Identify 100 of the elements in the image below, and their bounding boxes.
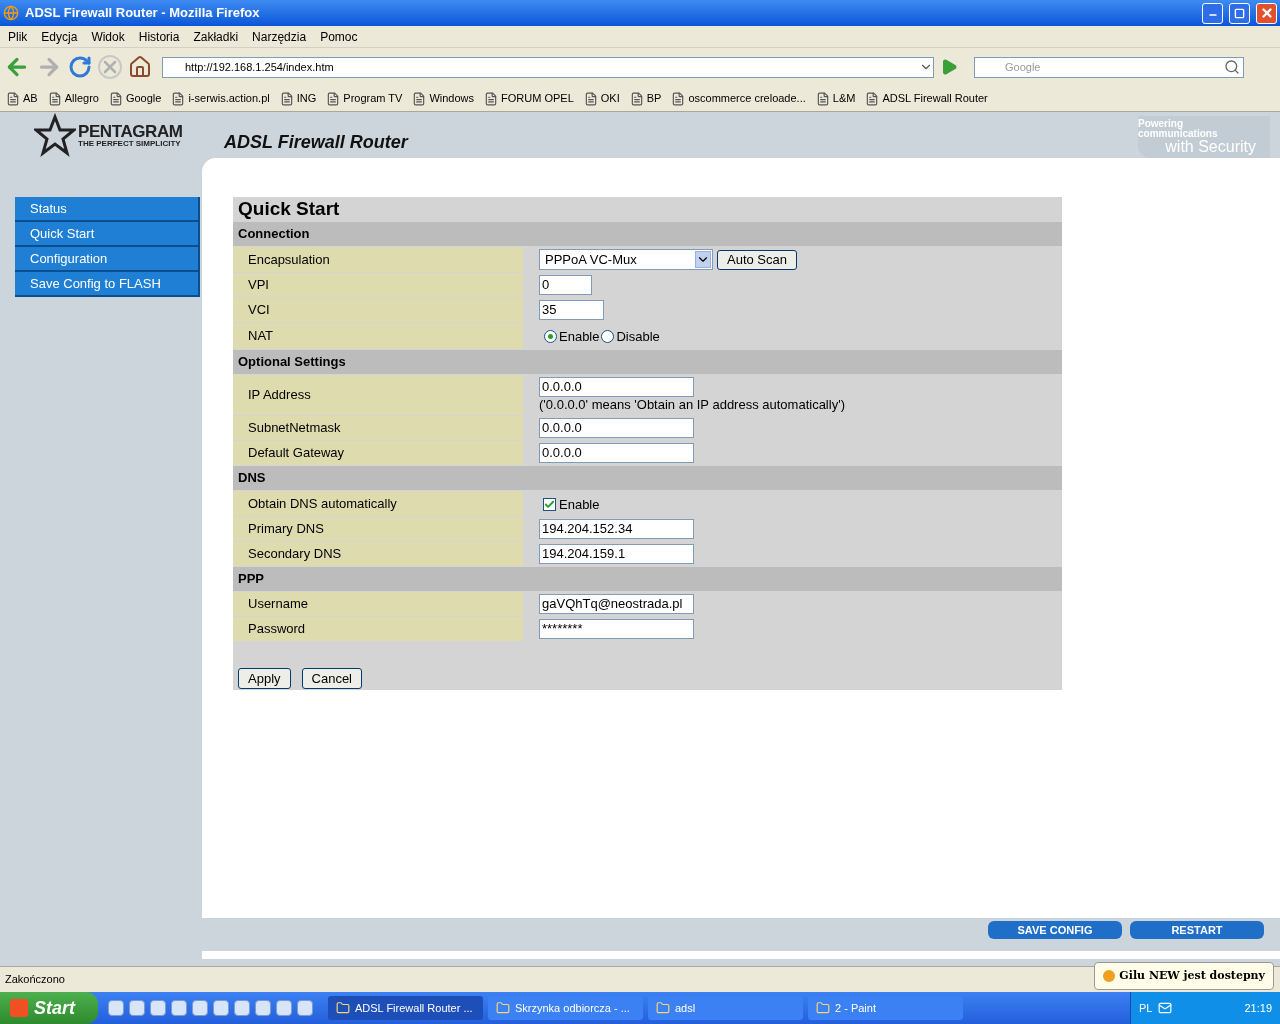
page-title: ADSL Firewall Router bbox=[224, 130, 410, 154]
field-label: IP Address bbox=[233, 374, 523, 415]
field-label: Encapsulation bbox=[233, 247, 523, 272]
quick-launch-icon[interactable] bbox=[255, 1000, 271, 1016]
bookmark[interactable]: Google bbox=[108, 90, 162, 107]
menu-item[interactable]: Widok bbox=[85, 27, 131, 46]
hint-text: ('0.0.0.0' means 'Obtain an IP address automatically') bbox=[539, 396, 845, 413]
bookmark[interactable]: Windows bbox=[412, 90, 474, 107]
taskbar-button[interactable]: adsl bbox=[648, 996, 803, 1020]
text-field[interactable]: ******** bbox=[539, 619, 694, 639]
sidebar-item[interactable]: Quick Start bbox=[15, 222, 200, 247]
quick-launch-icon[interactable] bbox=[297, 1000, 313, 1016]
bookmark[interactable]: AB bbox=[6, 90, 38, 107]
form-button[interactable]: Cancel bbox=[301, 668, 362, 689]
auto-scan-button[interactable]: Auto Scan bbox=[717, 249, 797, 270]
page-button[interactable]: RESTART bbox=[1130, 921, 1264, 939]
maximize-icon bbox=[1234, 7, 1245, 19]
bookmark[interactable]: ADSL Firewall Router bbox=[865, 90, 988, 107]
maximize-button[interactable] bbox=[1229, 2, 1250, 24]
clock: 21:19 bbox=[1244, 1000, 1272, 1016]
sidebar-item[interactable]: Status bbox=[15, 197, 200, 222]
taskbar-button[interactable]: Skrzynka odbiorcza - ... bbox=[488, 996, 643, 1020]
quick-launch-icon[interactable] bbox=[213, 1000, 229, 1016]
bookmark[interactable]: i-serwis.action.pl bbox=[171, 90, 270, 107]
text-field[interactable]: 35 bbox=[539, 300, 604, 320]
field-label: VCI bbox=[233, 298, 523, 322]
page-icon bbox=[326, 91, 341, 106]
quick-launch-icon[interactable] bbox=[234, 1000, 250, 1016]
field-label: Primary DNS bbox=[233, 517, 523, 541]
page-icon bbox=[815, 91, 830, 106]
minimize-button[interactable] bbox=[1202, 2, 1223, 24]
folder-icon bbox=[496, 1001, 510, 1015]
sidebar-item[interactable]: Save Config to FLASH bbox=[15, 272, 200, 297]
bookmark[interactable]: L&M bbox=[815, 90, 856, 107]
encapsulation-select[interactable]: PPPoA VC-Mux bbox=[539, 249, 713, 270]
checkbox-label: Enable bbox=[559, 495, 600, 514]
folder-icon bbox=[816, 1001, 830, 1015]
text-field[interactable]: 194.204.152.34 bbox=[539, 519, 694, 539]
text-field[interactable]: 0.0.0.0 bbox=[539, 417, 694, 438]
quick-launch-icon[interactable] bbox=[171, 1000, 187, 1016]
quick-launch-icon[interactable] bbox=[129, 1000, 145, 1016]
menu-item[interactable]: Edycja bbox=[35, 27, 84, 46]
search-icon[interactable] bbox=[1224, 59, 1240, 75]
radio-button[interactable] bbox=[544, 330, 557, 344]
radio-label: Enable bbox=[559, 328, 600, 346]
home-icon[interactable] bbox=[128, 55, 152, 79]
address-bar[interactable]: http://192.168.1.254/index.htm bbox=[162, 56, 934, 78]
url-text: http://192.168.1.254/index.htm bbox=[185, 59, 335, 75]
text-field[interactable]: gaVQhTq@neostrada.pl bbox=[539, 594, 694, 614]
section-header: PPP bbox=[233, 567, 1062, 591]
text-field[interactable]: 0.0.0.0 bbox=[539, 376, 694, 397]
quick-launch-icon[interactable] bbox=[276, 1000, 292, 1016]
dropdown-icon bbox=[695, 251, 711, 268]
checkbox[interactable] bbox=[543, 497, 556, 511]
bookmark[interactable]: Program TV bbox=[326, 90, 403, 107]
field-label: Secondary DNS bbox=[233, 542, 523, 566]
page-icon bbox=[171, 91, 186, 106]
close-button[interactable] bbox=[1256, 2, 1277, 24]
text-field[interactable]: 194.204.159.1 bbox=[539, 544, 694, 564]
quick-launch-icon[interactable] bbox=[108, 1000, 124, 1016]
window-title: ADSL Firewall Router - Mozilla Firefox bbox=[25, 4, 261, 23]
bookmark[interactable]: ING bbox=[279, 90, 317, 107]
bookmark[interactable]: OKI bbox=[583, 90, 620, 107]
form-button[interactable]: Apply bbox=[238, 668, 291, 689]
folder-icon bbox=[336, 1001, 350, 1015]
bookmark[interactable]: Allegro bbox=[47, 90, 99, 107]
menu-item[interactable]: Zakładki bbox=[187, 27, 245, 46]
sidebar-item[interactable]: Configuration bbox=[15, 247, 200, 272]
menu-item[interactable]: Pomoc bbox=[314, 27, 364, 46]
page-button[interactable]: SAVE CONFIG bbox=[988, 921, 1122, 939]
taskbar-button[interactable]: 2 - Paint bbox=[808, 996, 963, 1020]
quick-launch-icon[interactable] bbox=[192, 1000, 208, 1016]
menu-item[interactable]: Plik bbox=[2, 27, 34, 46]
go-icon[interactable] bbox=[940, 58, 958, 76]
bookmark[interactable]: FORUM OPEL bbox=[484, 90, 574, 107]
field-label: Password bbox=[233, 617, 523, 641]
menu-item[interactable]: Narzędzia bbox=[246, 27, 313, 46]
radio-button[interactable] bbox=[601, 330, 615, 344]
menu-item[interactable]: Historia bbox=[132, 27, 186, 46]
radio-label: Disable bbox=[616, 328, 660, 346]
text-field[interactable]: 0.0.0.0 bbox=[539, 442, 694, 463]
page-icon bbox=[865, 91, 880, 106]
brand-tagline: THE PERFECT SIMPLICITY bbox=[78, 139, 182, 148]
brand-name: PENTAGRAM bbox=[78, 122, 183, 140]
text-field[interactable]: 0 bbox=[539, 275, 592, 295]
folder-icon bbox=[656, 1001, 670, 1015]
taskbar-button[interactable]: ADSL Firewall Router ... bbox=[328, 996, 483, 1020]
tray-icon[interactable] bbox=[1158, 1001, 1173, 1015]
page-icon bbox=[671, 91, 686, 106]
reload-icon[interactable] bbox=[68, 55, 92, 79]
field-label: SubnetNetmask bbox=[233, 415, 523, 440]
close-icon bbox=[1259, 6, 1274, 20]
bookmark[interactable]: oscommerce creloade... bbox=[671, 90, 806, 107]
page-icon bbox=[629, 91, 644, 106]
quick-launch-icon[interactable] bbox=[150, 1000, 166, 1016]
page-icon bbox=[583, 91, 598, 106]
bookmark[interactable]: BP bbox=[629, 90, 662, 107]
field-label: Obtain DNS automatically bbox=[233, 490, 523, 516]
notification-popup: Gilu NEW jest dostepny bbox=[1094, 962, 1274, 990]
field-label: VPI bbox=[233, 273, 523, 297]
